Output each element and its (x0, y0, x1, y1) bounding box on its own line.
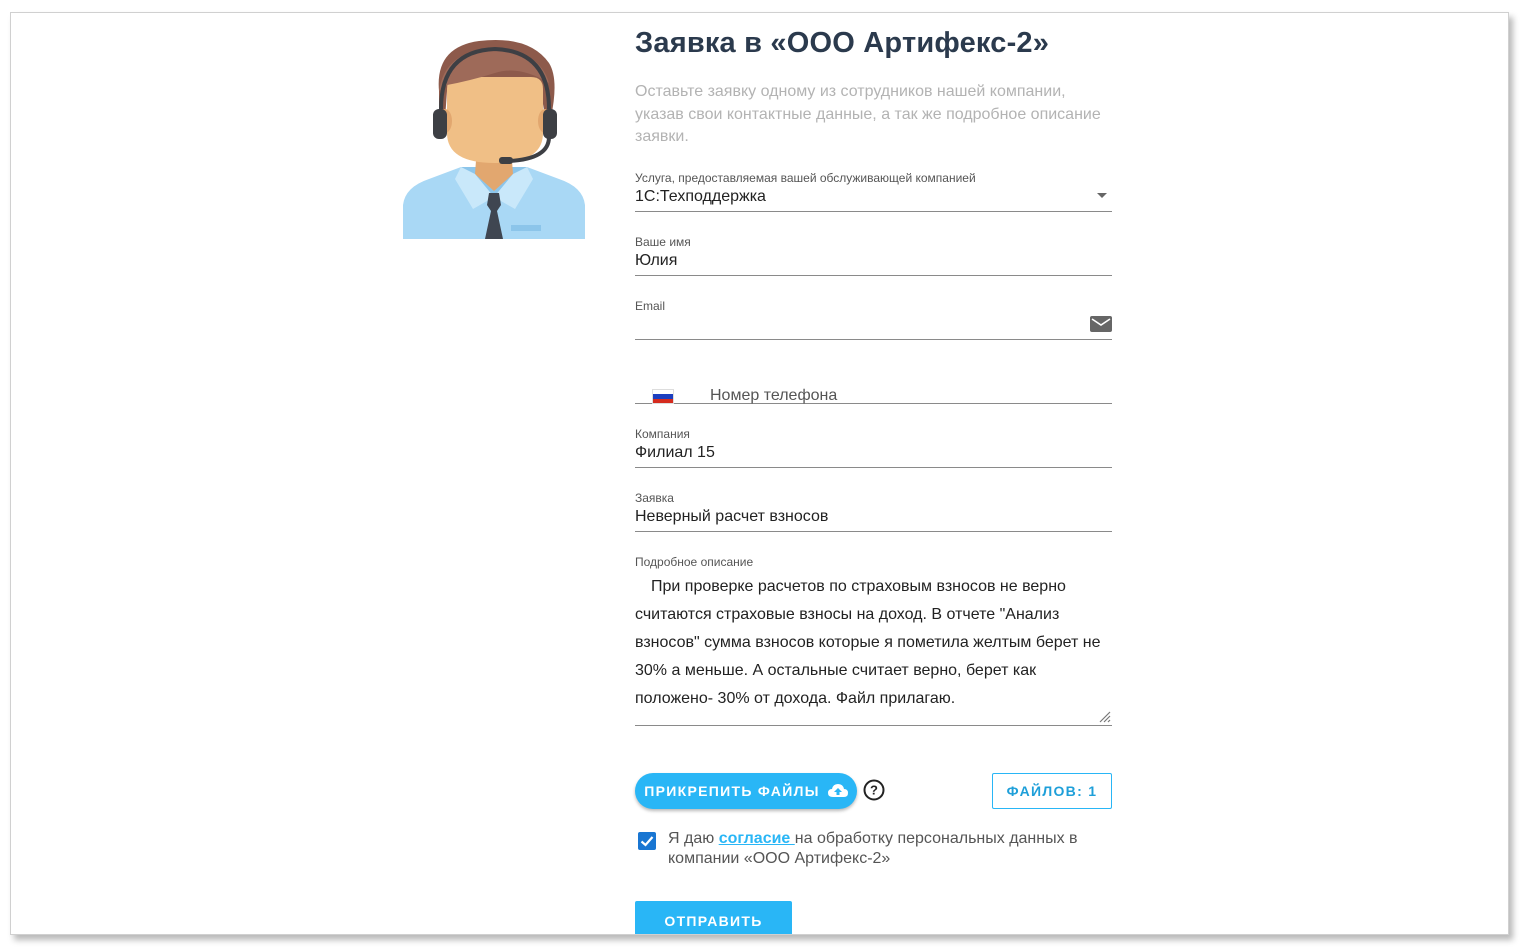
email-label: Email (635, 299, 666, 313)
request-label: Заявка (635, 491, 674, 505)
description-value[interactable]: При проверке расчетов по страховым взнос… (635, 573, 1105, 713)
request-field[interactable]: Заявка Неверный расчет взносов (635, 491, 1112, 532)
name-label: Ваше имя (635, 235, 691, 249)
envelope-icon (1090, 316, 1112, 332)
request-value[interactable]: Неверный расчет взносов (635, 508, 828, 526)
name-value[interactable]: Юлия (635, 252, 677, 270)
service-label: Услуга, предоставляемая вашей обслуживаю… (635, 171, 976, 185)
consent-text: Я даю согласие на обработку персональных… (668, 829, 1098, 869)
name-field[interactable]: Ваше имя Юлия (635, 235, 1112, 276)
consent-prefix: Я даю (668, 830, 719, 847)
submit-button[interactable]: ОТПРАВИТЬ (635, 901, 792, 934)
page-subtitle: Оставьте заявку одному из сотрудников на… (635, 83, 1101, 145)
resize-handle-icon[interactable] (1097, 709, 1111, 723)
support-agent-illustration (403, 39, 585, 239)
email-field[interactable]: Email (635, 299, 1112, 340)
svg-text:?: ? (870, 783, 878, 798)
service-select[interactable]: Услуга, предоставляемая вашей обслуживаю… (635, 171, 1112, 212)
chevron-down-icon[interactable] (1097, 193, 1107, 198)
service-value: 1С:Техподдержка (635, 188, 766, 205)
company-value[interactable]: Филиал 15 (635, 444, 715, 462)
attach-files-label: ПРИКРЕПИТЬ ФАЙЛЫ (644, 783, 820, 799)
page-title: Заявка в «ООО Артифекс-2» (635, 27, 1050, 59)
consent-checkbox[interactable] (638, 832, 656, 850)
attach-files-button[interactable]: ПРИКРЕПИТЬ ФАЙЛЫ (635, 773, 857, 809)
phone-input[interactable]: Номер телефона (710, 387, 837, 405)
help-circle-icon[interactable]: ? (863, 779, 885, 801)
consent-link[interactable]: согласие (719, 830, 795, 847)
phone-field[interactable]: Номер телефона (635, 377, 1112, 404)
description-textarea[interactable]: Подробное описание При проверке расчетов… (635, 555, 1112, 726)
files-count-button[interactable]: ФАЙЛОВ: 1 (992, 773, 1112, 809)
company-field[interactable]: Компания Филиал 15 (635, 427, 1112, 468)
russia-flag-icon[interactable] (652, 389, 674, 404)
page-frame: Заявка в «ООО Артифекс-2» Оставьте заявк… (10, 12, 1509, 935)
checkmark-icon (640, 836, 654, 847)
description-label: Подробное описание (635, 555, 754, 569)
cloud-upload-icon (827, 784, 848, 797)
company-label: Компания (635, 427, 690, 441)
